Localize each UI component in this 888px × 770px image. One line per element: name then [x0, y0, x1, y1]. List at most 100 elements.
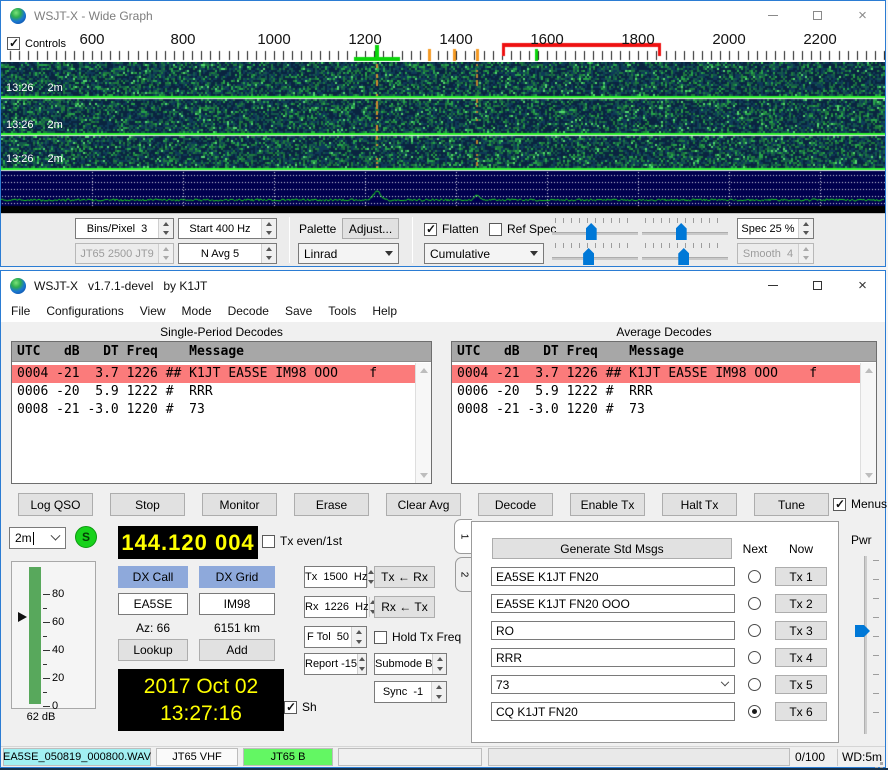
report-spinner[interactable]: Report -15: [304, 653, 367, 675]
button-log-qso[interactable]: Log QSO: [18, 493, 93, 516]
scrollbar[interactable]: [415, 363, 431, 483]
tab-2[interactable]: 2: [455, 557, 472, 592]
menus-checkbox[interactable]: Menus: [833, 497, 887, 511]
rx-from-tx-button[interactable]: Rx ← Tx: [374, 596, 435, 618]
waterfall-spectrum-canvas[interactable]: [1, 62, 885, 213]
sh-checkbox[interactable]: Sh: [284, 700, 317, 714]
start-freq-spinner[interactable]: Start 400 Hz: [178, 218, 277, 239]
button-clear-avg[interactable]: Clear Avg: [386, 493, 461, 516]
adjust-button[interactable]: Adjust...: [342, 218, 399, 239]
tx3-next-radio[interactable]: [748, 624, 761, 637]
button-erase[interactable]: Erase: [294, 493, 369, 516]
spectrum-mode-combo[interactable]: Cumulative: [424, 243, 544, 264]
tx6-next-radio[interactable]: [748, 705, 761, 718]
tx-from-rx-button[interactable]: Tx ← Rx: [374, 566, 435, 588]
menu-save[interactable]: Save: [277, 301, 320, 321]
menu-view[interactable]: View: [132, 301, 174, 321]
dx-grid-button[interactable]: DX Grid: [199, 566, 275, 588]
decode-row[interactable]: 0008 -21 -3.0 1220 # 73: [452, 401, 860, 419]
time-display: 13:27:16: [160, 700, 242, 727]
tx5-now-button[interactable]: Tx 5: [775, 675, 827, 694]
scroll-up-icon[interactable]: [420, 368, 428, 373]
button-stop[interactable]: Stop: [110, 493, 185, 516]
frequency-scale[interactable]: 6008001000120014001600180020002200 Contr…: [1, 30, 885, 62]
tx-even-checkbox[interactable]: Tx even/1st: [262, 534, 342, 548]
resize-grip[interactable]: [880, 762, 883, 765]
button-enable-tx[interactable]: Enable Tx: [570, 493, 645, 516]
minimize-button[interactable]: [750, 1, 795, 30]
dx-call-field[interactable]: EA5SE: [118, 593, 188, 615]
menu-mode[interactable]: Mode: [174, 301, 220, 321]
scroll-down-icon[interactable]: [420, 473, 428, 478]
tx6-message-field[interactable]: CQ K1JT FN20: [491, 702, 735, 721]
tx4-message-field[interactable]: RRR: [491, 648, 735, 667]
pwr-slider[interactable]: [853, 556, 881, 734]
tab-1[interactable]: 1: [454, 519, 472, 554]
menu-decode[interactable]: Decode: [220, 301, 277, 321]
bins-pixel-spinner[interactable]: Bins/Pixel 3: [75, 218, 174, 239]
maximize-button[interactable]: [795, 1, 840, 30]
flatten-checkbox[interactable]: Flatten: [424, 222, 479, 236]
palette-combo[interactable]: Linrad: [298, 243, 399, 264]
decode-row[interactable]: 0004 -21 3.7 1226 ## K1JT EA5SE IM98 OOO…: [452, 365, 860, 383]
spec-percent-spinner[interactable]: Spec 25 %: [737, 218, 814, 239]
lookup-button[interactable]: Lookup: [118, 639, 188, 661]
tx4-now-button[interactable]: Tx 4: [775, 648, 827, 667]
controls-checkbox[interactable]: Controls: [7, 37, 66, 50]
button-halt-tx[interactable]: Halt Tx: [662, 493, 737, 516]
gain-slider-2[interactable]: [552, 242, 638, 266]
dx-grid-field[interactable]: IM98: [199, 593, 275, 615]
band-combo[interactable]: 2m: [9, 527, 66, 549]
menu-file[interactable]: File: [3, 301, 38, 321]
submode-spinner[interactable]: Submode B: [374, 653, 447, 675]
zero-slider-2[interactable]: [642, 242, 728, 266]
message-row-4: RRR Tx 4: [472, 648, 838, 667]
minimize-button[interactable]: [750, 271, 795, 300]
scrollbar[interactable]: [860, 363, 876, 483]
hold-tx-freq-checkbox[interactable]: Hold Tx Freq: [374, 630, 461, 644]
menu-tools[interactable]: Tools: [320, 301, 364, 321]
scroll-up-icon[interactable]: [865, 368, 873, 373]
tx4-next-radio[interactable]: [748, 651, 761, 664]
decode-row[interactable]: 0004 -21 3.7 1226 ## K1JT EA5SE IM98 OOO…: [12, 365, 415, 383]
tx3-message-field[interactable]: RO: [491, 621, 735, 640]
text-caret: [33, 532, 34, 545]
tx1-message-field[interactable]: EA5SE K1JT FN20: [491, 567, 735, 586]
menu-help[interactable]: Help: [364, 301, 405, 321]
dropdown-arrow-icon: [721, 677, 729, 685]
tx2-message-field[interactable]: EA5SE K1JT FN20 OOO: [491, 594, 735, 613]
n-avg-spinner[interactable]: N Avg 5: [178, 243, 277, 264]
pwr-slider-handle[interactable]: [855, 625, 870, 637]
tx5-message-field[interactable]: 73: [491, 675, 735, 694]
status-s-button[interactable]: S: [75, 526, 97, 548]
gain-slider-1[interactable]: [552, 217, 638, 241]
button-decode[interactable]: Decode: [478, 493, 553, 516]
tx3-now-button[interactable]: Tx 3: [775, 621, 827, 640]
tx5-next-radio[interactable]: [748, 678, 761, 691]
close-button[interactable]: ×: [840, 1, 885, 30]
generate-std-msgs-button[interactable]: Generate Std Msgs: [492, 538, 732, 559]
rx-freq-spinner[interactable]: Rx 1226 Hz: [304, 596, 367, 618]
tx2-next-radio[interactable]: [748, 597, 761, 610]
decode-row[interactable]: 0008 -21 -3.0 1220 # 73: [12, 401, 415, 419]
maximize-button[interactable]: [795, 271, 840, 300]
tx6-now-button[interactable]: Tx 6: [775, 702, 827, 721]
tx1-next-radio[interactable]: [748, 570, 761, 583]
zero-slider-1[interactable]: [642, 217, 728, 241]
ref-spec-checkbox[interactable]: Ref Spec: [489, 222, 556, 236]
tx-freq-spinner[interactable]: Tx 1500 Hz: [304, 566, 367, 588]
wide-graph-window: WSJT-X - Wide Graph × 600800100012001400…: [0, 0, 886, 267]
decode-row[interactable]: 0006 -20 5.9 1222 # RRR: [12, 383, 415, 401]
tx2-now-button[interactable]: Tx 2: [775, 594, 827, 613]
button-monitor[interactable]: Monitor: [202, 493, 277, 516]
scroll-down-icon[interactable]: [865, 473, 873, 478]
sync-spinner[interactable]: Sync -1: [374, 681, 447, 703]
decode-row[interactable]: 0006 -20 5.9 1222 # RRR: [452, 383, 860, 401]
dx-call-button[interactable]: DX Call: [118, 566, 188, 588]
button-tune[interactable]: Tune: [754, 493, 829, 516]
menu-configurations[interactable]: Configurations: [38, 301, 131, 321]
close-button[interactable]: ×: [840, 271, 885, 300]
add-button[interactable]: Add: [199, 639, 275, 661]
f-tol-spinner[interactable]: F Tol 50: [304, 626, 367, 648]
tx1-now-button[interactable]: Tx 1: [775, 567, 827, 586]
